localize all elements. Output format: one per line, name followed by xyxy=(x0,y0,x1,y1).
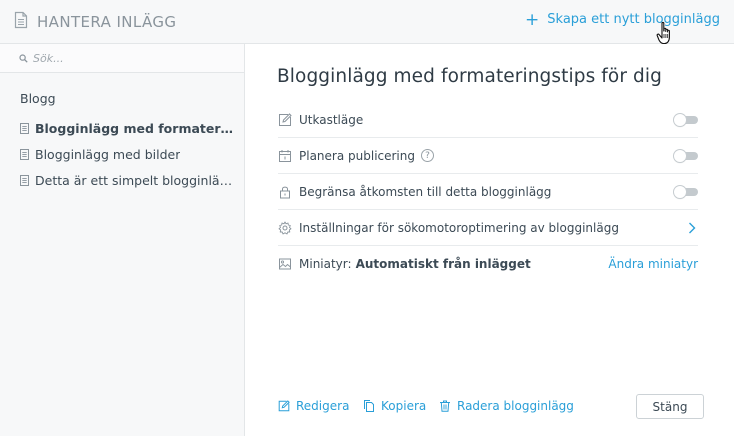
toggle-knob xyxy=(674,114,686,126)
restrict-toggle[interactable] xyxy=(674,186,698,198)
sidebar-post-label: Detta är ett simpelt blogginlägg xyxy=(35,172,235,188)
draft-label: Utkastläge xyxy=(299,112,364,127)
edit-label: Redigera xyxy=(296,399,350,413)
search-icon xyxy=(19,54,28,63)
post-title: Blogginlägg med formateringstips för dig xyxy=(277,66,662,87)
blog-section-heading: Blogg xyxy=(20,91,56,106)
sidebar-post-item[interactable]: Blogginlägg med bilder xyxy=(20,145,235,163)
copy-icon xyxy=(364,400,374,412)
sidebar-post-label: Blogginlägg med bilder xyxy=(35,146,181,162)
seo-settings-row[interactable]: Inställningar för sökomotoroptimering av… xyxy=(278,210,698,246)
toggle-knob xyxy=(674,186,686,198)
delete-post-button[interactable]: Radera blogginlägg xyxy=(439,399,574,413)
sidebar-post-item[interactable]: Detta är ett simpelt blogginlägg xyxy=(20,171,235,189)
edit-icon xyxy=(279,112,292,126)
delete-label: Radera blogginlägg xyxy=(457,399,574,413)
new-post-label: Skapa ett nytt blogginlägg xyxy=(547,12,720,27)
post-detail-panel: Blogginlägg med formateringstips för dig… xyxy=(245,44,734,436)
image-icon xyxy=(279,258,291,270)
schedule-label: Planera publicering xyxy=(299,148,415,163)
post-icon xyxy=(20,148,29,160)
sidebar: Blogg Blogginlägg med formateringstips f… xyxy=(0,44,245,436)
schedule-row: Planera publicering ? xyxy=(278,138,698,174)
thumbnail-label: Miniatyr: xyxy=(299,257,352,271)
edit-icon xyxy=(278,400,290,412)
edit-button[interactable]: Redigera xyxy=(278,399,349,413)
action-footer: Redigera Kopiera Radera blogginlägg Stän… xyxy=(278,394,704,420)
lock-icon xyxy=(280,186,290,198)
trash-icon xyxy=(440,400,450,412)
thumbnail-value: Automatiskt från inlägget xyxy=(355,257,531,271)
toggle-knob xyxy=(674,150,686,162)
post-icon xyxy=(20,122,29,134)
search-input[interactable] xyxy=(33,50,233,67)
page-title: HANTERA INLÄGG xyxy=(37,13,177,31)
sidebar-post-label: Blogginlägg med formateringstips för dig xyxy=(35,120,235,136)
seo-label: Inställningar för sökomotoroptimering av… xyxy=(299,220,619,235)
restrict-access-row: Begränsa åtkomsten till detta blogginläg… xyxy=(278,174,698,210)
change-thumbnail-link[interactable]: Ändra miniatyr xyxy=(608,257,698,271)
restrict-label: Begränsa åtkomsten till detta blogginläg… xyxy=(299,184,552,199)
draft-toggle[interactable] xyxy=(674,114,698,126)
schedule-toggle[interactable] xyxy=(674,150,698,162)
document-icon xyxy=(14,11,28,29)
sidebar-post-item[interactable]: Blogginlägg med formateringstips för dig xyxy=(20,119,235,137)
thumbnail-row: Miniatyr: Automatiskt från inlägget Ändr… xyxy=(278,246,698,282)
gear-icon xyxy=(278,221,292,234)
header: HANTERA INLÄGG + Skapa ett nytt blogginl… xyxy=(0,0,734,44)
search-bar xyxy=(0,44,244,73)
draft-row: Utkastläge xyxy=(278,102,698,138)
copy-label: Kopiera xyxy=(381,399,427,413)
plus-icon: + xyxy=(525,9,540,30)
copy-button[interactable]: Kopiera xyxy=(363,399,426,413)
new-post-button[interactable]: + Skapa ett nytt blogginlägg xyxy=(525,9,720,30)
close-button[interactable]: Stäng xyxy=(636,394,704,419)
calendar-icon xyxy=(279,149,291,162)
help-icon[interactable]: ? xyxy=(421,149,434,162)
chevron-right-icon[interactable] xyxy=(688,222,696,234)
post-icon xyxy=(20,174,29,186)
